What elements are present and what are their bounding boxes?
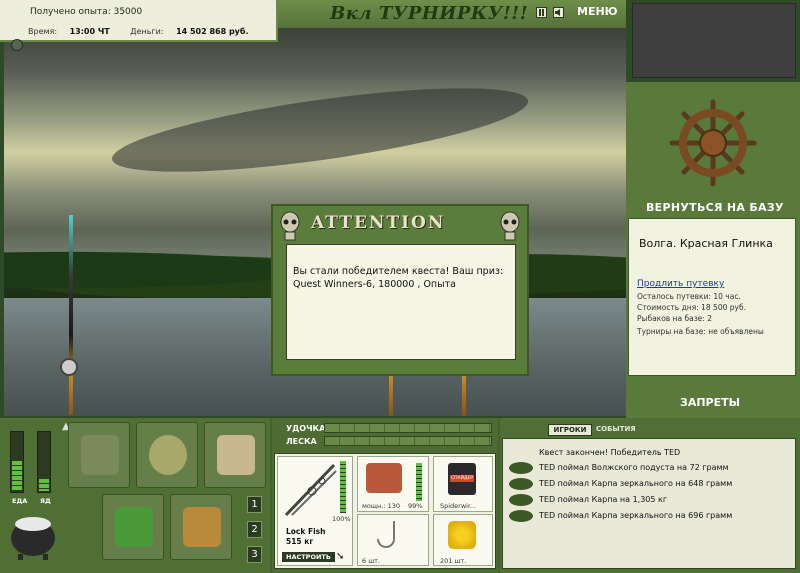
line-label: ЛЕСКА (286, 437, 317, 446)
ad-banner (632, 3, 796, 78)
fish-icon (509, 462, 533, 474)
line-card[interactable]: СПАЙДЕР Spiderwir... (433, 456, 493, 512)
tackle-cards: 100% Lock Fish 515 кг НАСТРОИТЬ ➘ мощн.:… (274, 453, 496, 569)
fish-icon (509, 478, 533, 490)
hook-icon (377, 521, 395, 548)
base-info-panel: Волга. Красная Глинка Продлить путевку О… (628, 218, 796, 376)
money-label: Деньги: (130, 27, 164, 36)
time-value: 13:00 ЧТ (69, 27, 110, 36)
corn-count: 201 шт. (440, 557, 467, 565)
ship-wheel-icon[interactable] (668, 98, 758, 188)
bans-button[interactable]: ЗАПРЕТЫ (680, 396, 740, 409)
reel-icon (60, 358, 78, 376)
ticket-remaining: Осталось путевки: 10 час. (637, 292, 741, 301)
reel-card[interactable]: мощн.: 130 99% (357, 456, 429, 512)
time-label: Время: (28, 27, 58, 36)
hook-card[interactable]: 6 шт. (357, 514, 429, 566)
sack-icon (149, 435, 187, 475)
inventory-slot-notes[interactable] (204, 422, 266, 488)
rod-percent: 100% (332, 515, 351, 523)
line-spool-icon: СПАЙДЕР (448, 463, 476, 495)
experience-label: Получено опыта: 35000 (30, 7, 143, 17)
poison-meter (37, 431, 51, 493)
setup-button[interactable]: НАСТРОИТЬ (282, 552, 335, 562)
fishing-rod[interactable] (389, 376, 393, 416)
day-cost: Стоимость дня: 18 500 руб. (637, 303, 746, 312)
catch-entry: TED поймал Карпа зеркального на 648 грам… (539, 479, 733, 488)
rod-card[interactable]: 100% Lock Fish 515 кг НАСТРОИТЬ ➘ (277, 456, 353, 566)
rod-icon (284, 463, 337, 517)
events-log: Квест закончен! Победитель TED TED пойма… (502, 438, 796, 569)
pause-icon[interactable] (536, 7, 547, 18)
skull-icon (280, 211, 300, 241)
page-button-2[interactable]: 2 (247, 521, 262, 538)
hook-count: 6 шт. (362, 557, 381, 565)
anglers-count: Рыбаков на базе: 2 (637, 314, 712, 323)
return-to-base-button[interactable]: ВЕРНУТЬСЯ НА БАЗУ (646, 201, 784, 214)
reel-power: мощн.: 130 (362, 502, 400, 510)
rod-tension-bar (324, 423, 492, 433)
quest-finished-text: Квест закончен! Победитель TED (539, 448, 681, 457)
basket-icon (115, 507, 153, 547)
inventory-slot-basket[interactable] (102, 494, 164, 560)
tournaments-status: Турниры на базе: не объявлены (637, 327, 764, 336)
bait-card[interactable]: 201 шт. (433, 514, 493, 566)
fish-icon (509, 510, 533, 522)
rod-weight: 515 кг (286, 537, 314, 546)
notebook-icon (217, 435, 255, 475)
food-meter (10, 431, 24, 493)
corn-icon (448, 521, 476, 549)
tab-players[interactable]: ИГРОКИ (548, 424, 592, 436)
tournament-toggle[interactable]: Вкл ТУРНИРКУ!!! (330, 3, 528, 24)
base-name: Волга. Красная Глинка (639, 237, 773, 250)
inventory-slot-bucket[interactable] (170, 494, 232, 560)
fish-icon (509, 494, 533, 506)
tab-events[interactable]: СОБЫТИЯ (596, 425, 636, 433)
cauldron-icon[interactable] (8, 504, 58, 560)
home-icon[interactable] (11, 39, 23, 51)
menu-button[interactable]: МЕНЮ (577, 5, 618, 18)
player-info-panel: Получено опыта: 35000 Время: 13:00 ЧТ Де… (0, 0, 278, 42)
bucket-icon (183, 507, 221, 547)
attention-dialog: ATTENTION Вы стали победителем квеста! В… (271, 204, 529, 376)
catch-entry: TED поймал Карпа на 1,305 кг (539, 495, 668, 504)
rod-label: УДОЧКА (286, 424, 326, 433)
reel-percent: 99% (408, 502, 423, 510)
sound-icon[interactable] (553, 7, 564, 18)
arrow-icon: ➘ (336, 551, 345, 562)
page-button-1[interactable]: 1 (247, 496, 262, 513)
fishing-rod[interactable] (69, 215, 73, 415)
catch-entry: TED поймал Карпа зеркального на 696 грам… (539, 511, 733, 520)
skull-icon (500, 211, 520, 241)
rod-condition-bar (340, 461, 346, 513)
reel-icon (366, 463, 402, 493)
page-button-3[interactable]: 3 (247, 546, 262, 563)
dialog-title: ATTENTION (311, 213, 446, 233)
extend-ticket-link[interactable]: Продлить путевку (637, 279, 724, 289)
line-tension-bar (324, 436, 492, 446)
catch-entry: TED поймал Волжского подуста на 72 грамм (539, 463, 729, 472)
bag-icon (81, 435, 119, 475)
reel-condition-bar (416, 463, 422, 501)
time-money-row: Время: 13:00 ЧТ Деньги: 14 502 868 руб. (28, 27, 249, 36)
dialog-message: Вы стали победителем квеста! Ваш приз: Q… (286, 244, 516, 360)
inventory-slot-sack[interactable] (136, 422, 198, 488)
fishing-rod[interactable] (462, 376, 466, 416)
rod-name: Lock Fish (286, 527, 326, 536)
inventory-slot-bag[interactable] (68, 422, 130, 488)
money-value: 14 502 868 руб. (176, 27, 249, 36)
line-name: Spiderwir... (440, 502, 477, 510)
